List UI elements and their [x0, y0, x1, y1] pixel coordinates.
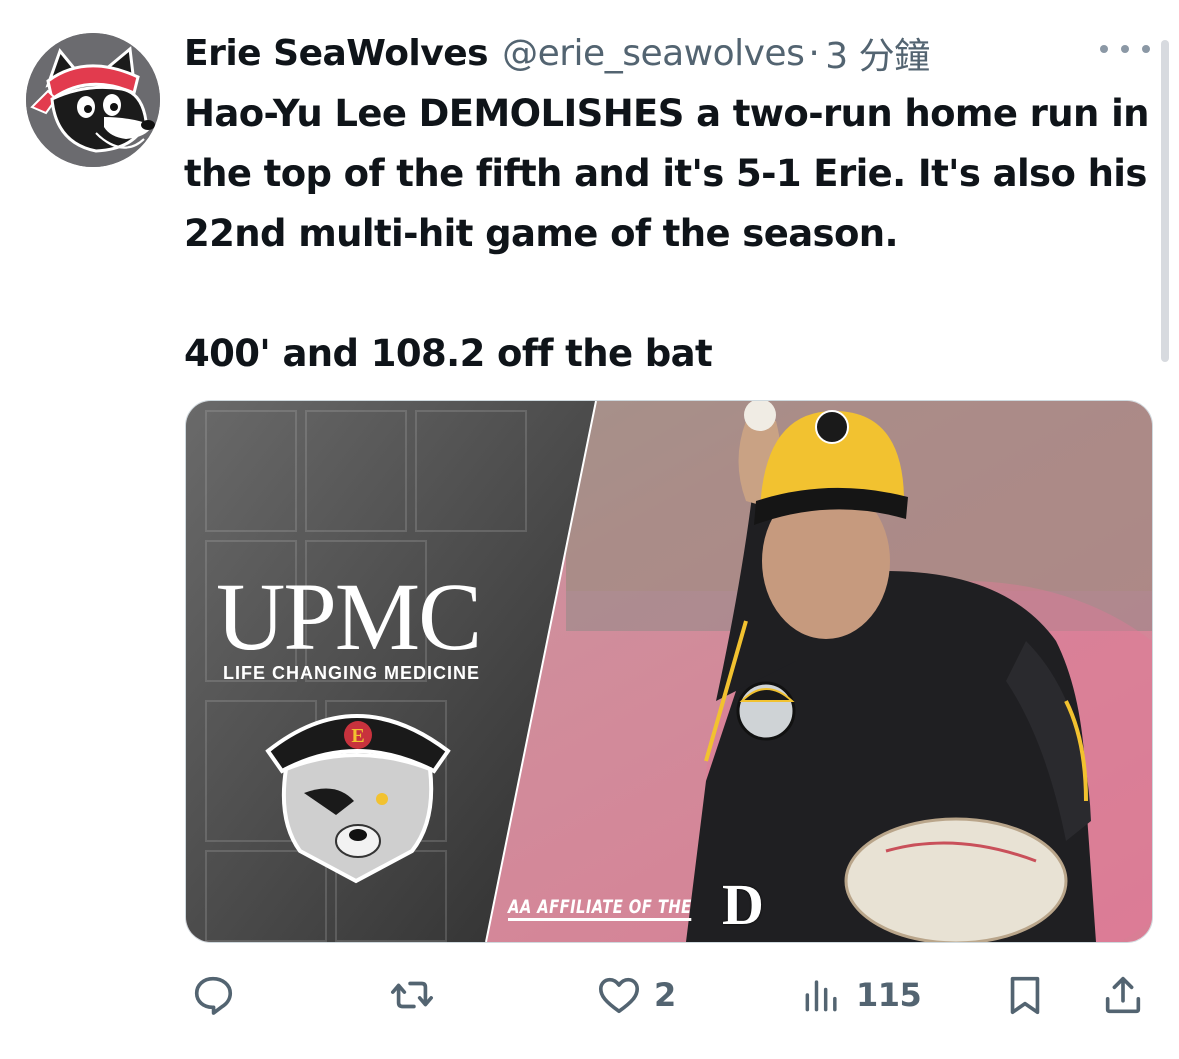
views-button[interactable]: 115	[800, 960, 922, 1030]
upmc-logo-text: UPMC	[216, 563, 482, 670]
like-button[interactable]: 2	[596, 960, 676, 1030]
reply-icon	[194, 976, 233, 1015]
reply-button[interactable]	[190, 960, 248, 1030]
tweet-paragraph: Hao-Yu Lee DEMOLISHES a two-run home run…	[184, 92, 1149, 255]
views-count: 115	[856, 976, 922, 1014]
tweet-media-image[interactable]: E UPMC LIFE CHANGING MEDICINE AA AFFILIA…	[185, 400, 1153, 943]
more-icon[interactable]	[1100, 34, 1150, 64]
upmc-tagline: LIFE CHANGING MEDICINE	[223, 663, 481, 683]
tweet-paragraph: 400' and 108.2 off the bat	[184, 332, 713, 375]
bookmark-button[interactable]	[1002, 960, 1048, 1030]
avatar[interactable]	[26, 33, 160, 167]
tweet-timestamp[interactable]: 3 分鐘	[825, 27, 930, 79]
tigers-d-logo: D	[722, 872, 764, 937]
scrollbar[interactable]	[1161, 40, 1169, 362]
author-name[interactable]: Erie SeaWolves	[184, 33, 489, 74]
separator-dot: ·	[808, 32, 820, 74]
share-button[interactable]	[1100, 960, 1146, 1030]
more-dot	[1100, 45, 1108, 53]
like-count: 2	[654, 976, 676, 1014]
share-icon	[1105, 976, 1141, 1014]
cap-letter: E	[351, 725, 364, 747]
tweet-header: Erie SeaWolves @erie_seawolves · 3 分鐘	[184, 28, 930, 78]
views-chart-icon	[805, 980, 837, 1012]
repost-button[interactable]	[388, 960, 448, 1030]
tweet-text: Hao-Yu Lee DEMOLISHES a two-run home run…	[184, 84, 1159, 384]
affiliate-text: AA AFFILIATE OF THE	[508, 896, 692, 921]
repost-icon	[391, 981, 433, 1009]
author-handle[interactable]: @erie_seawolves	[502, 33, 805, 74]
bookmark-icon	[1010, 976, 1040, 1015]
seawolves-mascot-logo	[26, 33, 160, 167]
heart-icon	[598, 977, 640, 1014]
more-dot	[1121, 45, 1129, 53]
more-dot	[1142, 45, 1150, 53]
tweet-action-bar: 2 115	[0, 960, 1179, 1030]
